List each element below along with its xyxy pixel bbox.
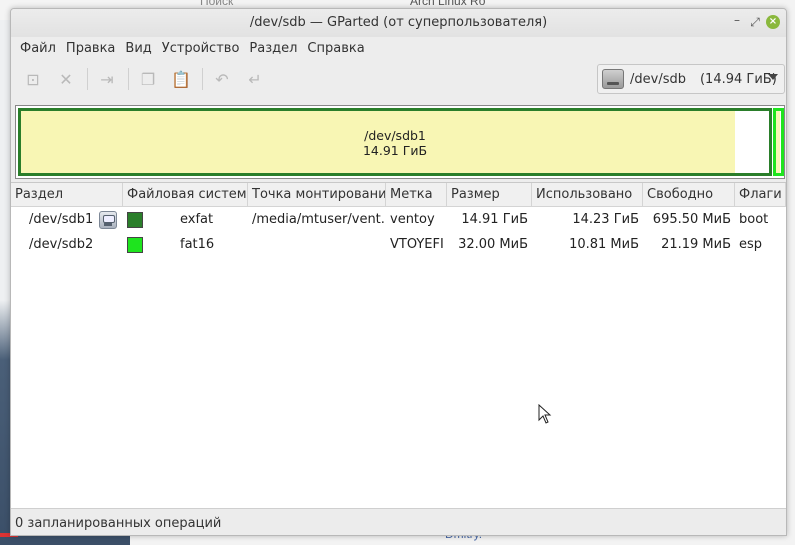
delete-icon: ✕ — [59, 69, 73, 89]
undo-icon: ↶ — [215, 69, 229, 89]
partition-cell: /dev/sdb2 — [11, 237, 123, 252]
gparted-window: /dev/sdb — GParted (от суперпользователя… — [10, 8, 787, 536]
minimize-button[interactable]: – — [730, 13, 744, 27]
column-used[interactable]: Использовано — [532, 183, 643, 206]
size-cell: 32.00 МиБ — [458, 237, 528, 252]
column-filesystem[interactable]: Файловая система — [123, 183, 248, 206]
filesystem-name: fat16 — [180, 237, 215, 252]
partition-name: /dev/sdb2 — [29, 237, 94, 252]
lock-icon — [99, 210, 117, 229]
table-row[interactable]: /dev/sdb2 fat16 VTOYEFI 32.00 МиБ 10.81 … — [11, 232, 786, 257]
copy-icon: ❐ — [140, 69, 156, 89]
column-mountpoint[interactable]: Точка монтирования — [248, 183, 386, 206]
paste-button[interactable]: 📋 — [167, 65, 195, 93]
table-row[interactable]: /dev/sdb1 exfat /media/mtuser/vent... ve… — [11, 207, 786, 232]
partition-map-sdb1-label: /dev/sdb1 14.91 ГиБ — [21, 128, 769, 158]
column-free[interactable]: Свободно — [643, 183, 735, 206]
partition-map-sdb1[interactable]: /dev/sdb1 14.91 ГиБ — [18, 108, 772, 176]
filesystem-cell: exfat — [123, 211, 248, 228]
delete-partition-button[interactable]: ✕ — [52, 65, 80, 93]
column-flags[interactable]: Флаги — [735, 183, 786, 206]
apply-icon: ↵ — [248, 69, 262, 89]
menu-help[interactable]: Справка — [302, 41, 369, 56]
toolbar-separator — [87, 68, 88, 90]
partition-map-name: /dev/sdb1 — [364, 128, 426, 143]
device-selector[interactable]: /dev/sdb (14.94 ГиБ) — [597, 64, 785, 94]
apply-button[interactable]: ↵ — [241, 65, 269, 93]
copy-button[interactable]: ❐ — [134, 65, 162, 93]
size-cell: 14.91 ГиБ — [461, 212, 528, 227]
flags-cell: esp — [739, 237, 763, 252]
free-cell: 695.50 МиБ — [652, 212, 731, 227]
close-button[interactable]: × — [766, 15, 780, 29]
title-bar[interactable]: /dev/sdb — GParted (от суперпользователя… — [11, 9, 786, 37]
mountpoint-cell: /media/mtuser/vent... — [252, 212, 386, 227]
flags-cell: boot — [739, 212, 769, 227]
toolbar-separator — [128, 68, 129, 90]
partition-cell: /dev/sdb1 — [11, 210, 123, 229]
menu-device[interactable]: Устройство — [157, 41, 245, 56]
toolbar-separator — [202, 68, 203, 90]
partition-map-sdb2[interactable] — [773, 108, 784, 176]
toolbar: ⊡ ✕ ⇥ ❐ 📋 ↶ ↵ /dev/sdb (14.94 ГиБ) — [11, 59, 786, 99]
undo-button[interactable]: ↶ — [208, 65, 236, 93]
used-cell: 10.81 МиБ — [569, 237, 639, 252]
paste-icon: 📋 — [171, 69, 191, 89]
filesystem-cell: fat16 — [123, 236, 248, 253]
filesystem-color-swatch — [127, 211, 143, 228]
column-label[interactable]: Метка — [386, 183, 447, 206]
partition-map: /dev/sdb1 14.91 ГиБ — [15, 105, 785, 179]
free-cell: 21.19 МиБ — [661, 237, 731, 252]
label-cell: ventoy — [390, 212, 435, 227]
column-partition[interactable]: Раздел — [11, 183, 123, 206]
menu-edit[interactable]: Правка — [61, 41, 120, 56]
label-cell: VTOYEFI — [390, 237, 444, 252]
filesystem-color-swatch — [127, 236, 143, 253]
partition-map-size: 14.91 ГиБ — [362, 143, 428, 158]
table-header: Раздел Файловая система Точка монтирован… — [11, 183, 786, 207]
resize-move-button[interactable]: ⇥ — [93, 65, 121, 93]
new-partition-icon: ⊡ — [26, 69, 40, 89]
filesystem-name: exfat — [180, 212, 214, 227]
desktop-search-text: Поиск — [200, 0, 234, 8]
hard-disk-icon — [602, 69, 624, 89]
menu-partition[interactable]: Раздел — [244, 41, 302, 56]
window-title: /dev/sdb — GParted (от суперпользователя… — [249, 15, 548, 30]
column-size[interactable]: Размер — [447, 183, 532, 206]
new-partition-button[interactable]: ⊡ — [19, 65, 47, 93]
mouse-cursor-icon — [538, 404, 552, 424]
used-cell: 14.23 ГиБ — [572, 212, 639, 227]
maximize-button[interactable]: ⤢ — [748, 15, 762, 29]
chevron-down-icon — [768, 74, 778, 80]
menu-file[interactable]: Файл — [15, 41, 61, 56]
partition-map-sdb2-used — [776, 111, 780, 173]
device-size: (14.94 ГиБ) — [699, 71, 777, 87]
partition-table: Раздел Файловая система Точка монтирован… — [11, 182, 786, 510]
status-bar: 0 запланированных операций — [11, 508, 786, 535]
menu-view[interactable]: Вид — [120, 41, 156, 56]
partition-name: /dev/sdb1 — [29, 212, 94, 227]
resize-move-icon: ⇥ — [100, 69, 114, 89]
device-name: /dev/sdb — [630, 71, 686, 87]
desktop-right-text: Arch Linux Ro — [410, 0, 486, 8]
menu-bar: Файл Правка Вид Устройство Раздел Справк… — [11, 37, 786, 59]
